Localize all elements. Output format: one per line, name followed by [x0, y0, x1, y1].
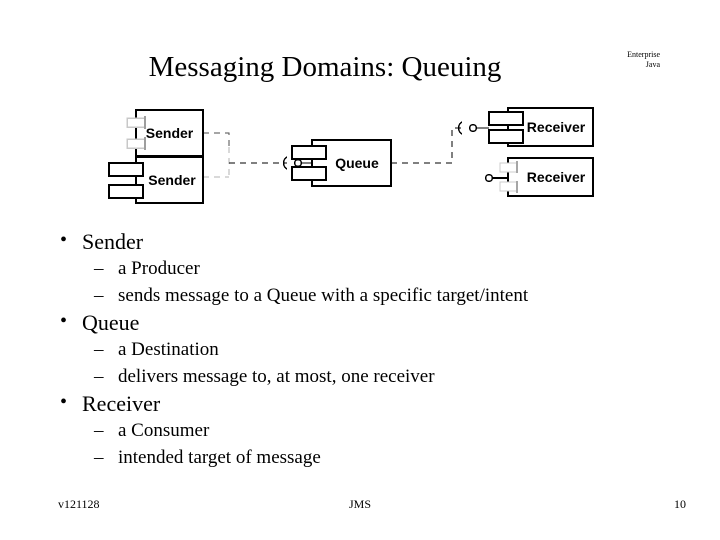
bullet-text: a Destination: [118, 339, 219, 360]
component-label-sender-bottom: Sender: [148, 172, 196, 188]
bullet-marker: –: [94, 339, 104, 360]
assembly-connector-receiver: [457, 121, 489, 135]
bullet-marker: –: [94, 420, 104, 441]
bullet-item: – intended target of message: [44, 444, 694, 471]
component-label-queue: Queue: [335, 155, 379, 171]
bullet-text: Sender: [82, 229, 144, 254]
bullet-marker: •: [60, 310, 68, 332]
bullet-marker: –: [94, 447, 104, 468]
bullet-list: • Sender – a Producer – sends message to…: [44, 228, 694, 471]
component-label-receiver-top: Receiver: [527, 119, 586, 135]
bullet-item: – a Consumer: [44, 417, 694, 444]
bullet-item: – delivers message to, at most, one rece…: [44, 363, 694, 390]
bullet-text: a Producer: [118, 258, 200, 279]
bullet-text: a Consumer: [118, 420, 210, 441]
bullet-marker: –: [94, 366, 104, 387]
bullet-text: Queue: [82, 310, 140, 335]
bullet-item: • Sender: [44, 228, 694, 255]
bullet-item: – a Destination: [44, 336, 694, 363]
bullet-text: intended target of message: [118, 447, 321, 468]
enterprise-java-logo: Enterprise Java: [600, 50, 660, 70]
bullet-text: delivers message to, at most, one receiv…: [118, 366, 435, 387]
bullet-marker: –: [94, 258, 104, 279]
uml-component-diagram: Sender Sender Queue Receiver Receiver: [0, 95, 720, 220]
footer-topic: JMS: [348, 497, 371, 511]
bullet-marker: –: [94, 285, 104, 306]
slide-footer: v121128 JMS 10: [0, 494, 720, 514]
bullet-text: sends message to a Queue with a specific…: [118, 285, 529, 306]
bullet-item: – a Producer: [44, 255, 694, 282]
bullet-marker: •: [60, 391, 68, 413]
logo-line-1: Enterprise: [627, 50, 660, 59]
bullet-text: Receiver: [82, 391, 161, 416]
page-title: Messaging Domains: Queuing: [148, 51, 502, 83]
footer-page-number: 10: [674, 497, 686, 511]
connector-queue-to-receiver: [391, 127, 462, 164]
logo-line-2: Java: [645, 60, 660, 69]
connector-sender-top: [203, 132, 230, 147]
bullet-item: • Receiver: [44, 390, 694, 417]
bullet-marker: •: [60, 229, 68, 251]
component-label-sender-top: Sender: [146, 125, 194, 141]
component-label-receiver-bottom: Receiver: [527, 169, 586, 185]
bullet-item: • Queue: [44, 309, 694, 336]
bullet-item: – sends message to a Queue with a specif…: [44, 282, 694, 309]
slide: Messaging Domains: Queuing Enterprise Ja…: [0, 0, 720, 540]
